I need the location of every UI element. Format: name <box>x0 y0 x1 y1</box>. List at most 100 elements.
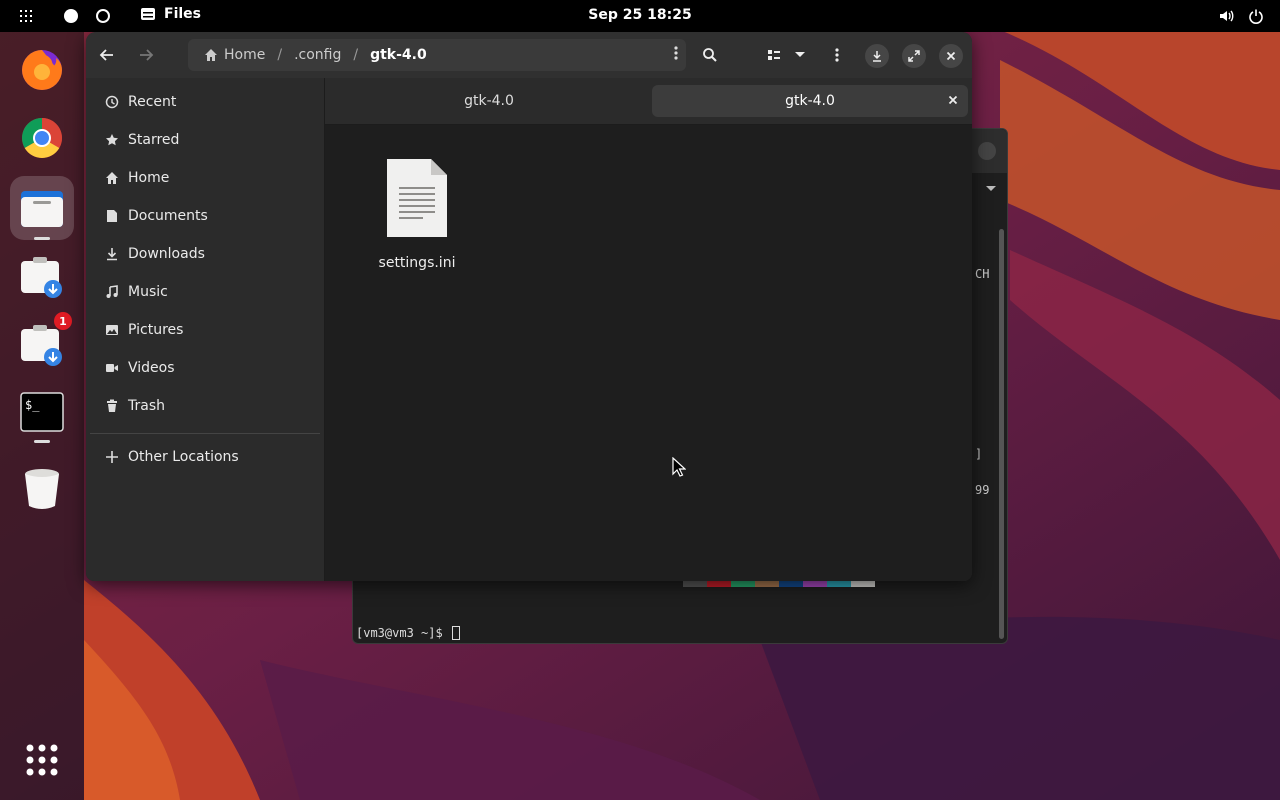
file-view[interactable]: settings.ini <box>325 125 972 581</box>
sidebar-divider <box>90 433 320 434</box>
dock-installer[interactable] <box>10 246 74 310</box>
trash-icon <box>25 469 59 509</box>
path-menu-button[interactable] <box>674 45 678 65</box>
music-icon <box>104 284 120 300</box>
picture-icon <box>104 322 120 338</box>
sidebar-item-label: Home <box>128 170 170 186</box>
search-button[interactable] <box>694 39 726 71</box>
text-file-icon <box>387 159 447 237</box>
video-icon <box>104 360 120 376</box>
tab-close-button[interactable] <box>948 93 958 109</box>
sidebar-item-home[interactable]: Home <box>86 159 324 197</box>
file-item-settings-ini[interactable]: settings.ini <box>367 157 467 271</box>
dock-firefox[interactable] <box>10 38 74 102</box>
sidebar-item-label: Music <box>128 284 168 300</box>
star-icon <box>104 132 120 148</box>
system-tray[interactable] <box>1218 8 1264 24</box>
tab-bar: gtk-4.0 gtk-4.0 <box>325 78 972 125</box>
search-icon <box>703 48 717 62</box>
tab-label: gtk-4.0 <box>785 93 835 109</box>
tab-gtk-4-0-active[interactable]: gtk-4.0 <box>652 85 968 117</box>
minimize-button[interactable] <box>865 44 889 68</box>
view-options-button[interactable] <box>786 39 814 71</box>
text-cursor <box>451 626 460 640</box>
back-button[interactable] <box>91 39 123 71</box>
sidebar-item-starred[interactable]: Starred <box>86 121 324 159</box>
breadcrumb-home-label: Home <box>224 47 266 63</box>
dock-running-indicator <box>34 440 50 443</box>
terminal-icon: $_ <box>20 392 64 432</box>
power-icon[interactable] <box>1248 8 1264 24</box>
sidebar-item-documents[interactable]: Documents <box>86 197 324 235</box>
volume-icon[interactable] <box>1218 8 1234 24</box>
clock-icon <box>104 94 120 110</box>
sidebar-item-label: Downloads <box>128 246 205 262</box>
dock: 1 $_ <box>0 32 84 800</box>
svg-text:$_: $_ <box>25 398 40 412</box>
maximize-icon <box>908 50 920 62</box>
download-icon <box>104 246 120 262</box>
sidebar-item-label: Documents <box>128 208 208 224</box>
document-icon <box>104 208 120 224</box>
tab-label: gtk-4.0 <box>464 93 514 109</box>
dock-chrome[interactable] <box>10 106 74 170</box>
sidebar-item-other-locations[interactable]: Other Locations <box>86 438 324 476</box>
sidebar-item-label: Recent <box>128 94 177 110</box>
sidebar-item-recent[interactable]: Recent <box>86 83 324 121</box>
tab-gtk-4-0[interactable]: gtk-4.0 <box>329 85 649 117</box>
terminal-text-fragment: CH <box>975 267 990 281</box>
terminal-text-fragment: 99 <box>975 483 990 497</box>
maximize-button[interactable] <box>902 44 926 68</box>
installer-icon <box>21 257 62 298</box>
close-icon[interactable] <box>977 141 997 161</box>
sidebar-item-label: Trash <box>128 398 165 414</box>
path-separator: / <box>277 47 283 63</box>
kebab-menu-icon <box>674 46 678 60</box>
sidebar-item-label: Starred <box>128 132 180 148</box>
sidebar-item-label: Videos <box>128 360 175 376</box>
places-sidebar: Recent Starred Home Documents Downloads … <box>86 78 325 581</box>
home-icon <box>205 49 217 61</box>
files-icon <box>21 191 63 227</box>
chevron-down-icon <box>795 52 805 57</box>
arrow-left-icon <box>99 49 113 61</box>
minimize-icon <box>873 51 881 62</box>
sidebar-item-label: Pictures <box>128 322 184 338</box>
clock[interactable]: Sep 25 18:25 <box>0 7 1280 23</box>
sidebar-item-trash[interactable]: Trash <box>86 387 324 425</box>
files-window[interactable]: Home / .config / gtk-4.0 Recent Starred … <box>86 32 972 581</box>
sidebar-item-music[interactable]: Music <box>86 273 324 311</box>
top-bar: Files Sep 25 18:25 <box>0 0 1280 32</box>
chrome-icon <box>22 118 62 158</box>
kebab-menu-icon <box>835 48 839 62</box>
close-icon <box>948 95 958 105</box>
dock-files[interactable] <box>10 176 74 240</box>
breadcrumb-config[interactable]: .config <box>290 47 345 63</box>
main-menu-button[interactable] <box>821 39 853 71</box>
dock-installer-updates[interactable]: 1 <box>10 312 74 378</box>
sidebar-item-label: Other Locations <box>128 449 239 465</box>
app-grid-icon <box>26 744 58 776</box>
terminal-prompt[interactable]: [vm3@vm3 ~]$ <box>356 626 460 640</box>
dock-terminal[interactable]: $_ <box>10 380 74 444</box>
path-separator: / <box>353 47 359 63</box>
sidebar-item-videos[interactable]: Videos <box>86 349 324 387</box>
file-name: settings.ini <box>378 255 456 271</box>
sidebar-item-pictures[interactable]: Pictures <box>86 311 324 349</box>
terminal-scrollbar[interactable] <box>999 229 1004 639</box>
trash-icon <box>104 398 120 414</box>
breadcrumb-home[interactable]: Home <box>200 47 269 63</box>
close-button[interactable] <box>939 44 963 68</box>
breadcrumb-current[interactable]: gtk-4.0 <box>366 47 431 63</box>
list-view-icon <box>768 50 780 60</box>
path-bar[interactable]: Home / .config / gtk-4.0 <box>188 39 686 71</box>
mouse-pointer-icon <box>672 457 686 477</box>
forward-button[interactable] <box>130 39 162 71</box>
chevron-down-icon[interactable] <box>985 185 997 193</box>
dock-trash[interactable] <box>10 456 74 520</box>
files-headerbar[interactable]: Home / .config / gtk-4.0 <box>86 32 972 78</box>
sidebar-item-downloads[interactable]: Downloads <box>86 235 324 273</box>
dock-running-indicator <box>34 237 50 240</box>
show-apps-button[interactable] <box>24 742 60 782</box>
firefox-icon <box>22 50 62 90</box>
